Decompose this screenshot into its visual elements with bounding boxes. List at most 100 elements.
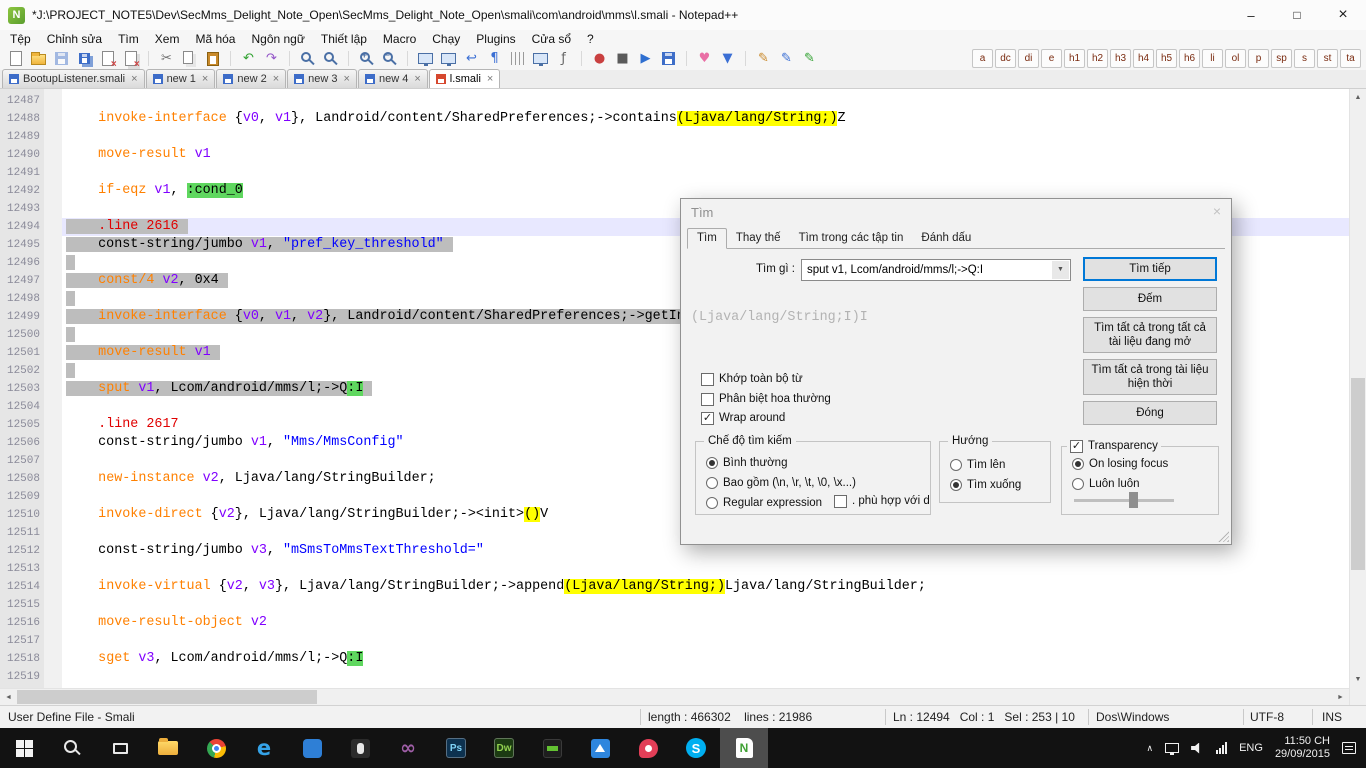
menu-item-4[interactable]: Mã hóa <box>187 31 243 47</box>
code-line[interactable]: 12518 sget v3, Lcom/android/mms/l;->Q:I <box>0 650 1349 668</box>
tab-close-icon[interactable] <box>414 73 420 85</box>
code-line[interactable]: 12514 invoke-virtual {v2, v3}, Ljava/lan… <box>0 578 1349 596</box>
edit-tag1-icon[interactable]: ✎ <box>752 48 775 69</box>
tag-button-h2[interactable]: h2 <box>1087 49 1108 68</box>
file-tab-5[interactable]: l.smali <box>429 69 501 88</box>
menu-item-7[interactable]: Macro <box>375 31 424 47</box>
blue-app-icon[interactable] <box>288 728 336 768</box>
resize-grip-icon[interactable] <box>1218 531 1229 542</box>
play-macro-icon[interactable]: ▶ <box>634 48 657 69</box>
dialog-close-icon[interactable] <box>1213 203 1221 219</box>
horizontal-scroll-thumb[interactable] <box>17 690 317 704</box>
action-center-icon[interactable] <box>1336 728 1362 768</box>
menu-item-10[interactable]: Cửa sổ <box>524 31 579 47</box>
menu-item-5[interactable]: Ngôn ngữ <box>243 31 312 47</box>
red-app-icon[interactable] <box>624 728 672 768</box>
open-file-icon[interactable] <box>27 48 50 69</box>
scroll-right-icon[interactable]: ► <box>1332 689 1349 705</box>
language-indicator[interactable]: ENG <box>1233 728 1269 768</box>
mouse-utility-icon[interactable] <box>336 728 384 768</box>
menu-item-3[interactable]: Xem <box>147 31 188 47</box>
tag-button-di[interactable]: di <box>1018 49 1039 68</box>
count-button[interactable]: Đếm <box>1083 287 1217 311</box>
save-icon[interactable] <box>50 48 73 69</box>
chrome-icon[interactable] <box>192 728 240 768</box>
sync-scroll-h-icon[interactable] <box>437 48 460 69</box>
search-mode-radio-2[interactable]: Regular expression <box>706 496 822 509</box>
find-all-open-docs-button[interactable]: Tìm tất cả trong tất cả tài liệu đang mở <box>1083 317 1217 353</box>
clock[interactable]: 11:50 CH 29/09/2015 <box>1269 728 1336 768</box>
find-all-current-doc-button[interactable]: Tìm tất cả trong tài liệu hiện thời <box>1083 359 1217 395</box>
transparency-radio-0[interactable]: On losing focus <box>1072 457 1168 470</box>
vertical-scroll-thumb[interactable] <box>1351 378 1365 570</box>
menu-item-1[interactable]: Chỉnh sửa <box>39 31 110 47</box>
blue-app2-icon[interactable] <box>576 728 624 768</box>
doc-map-icon[interactable] <box>529 48 552 69</box>
code-line[interactable]: 12487 <box>0 92 1349 110</box>
show-all-chars-icon[interactable]: ¶ <box>483 48 506 69</box>
code-line[interactable]: 12516 move-result-object v2 <box>0 614 1349 632</box>
close-button[interactable] <box>1320 0 1366 30</box>
code-line[interactable]: 12519 <box>0 668 1349 686</box>
indent-guide-icon[interactable] <box>506 48 529 69</box>
close-file-icon[interactable] <box>96 48 119 69</box>
tag-button-s[interactable]: s <box>1294 49 1315 68</box>
tag-button-h5[interactable]: h5 <box>1156 49 1177 68</box>
wrap-around-checkbox[interactable]: Wrap around <box>701 411 785 425</box>
code-line[interactable]: 12490 move-result v1 <box>0 146 1349 164</box>
notepad-plus-plus-icon[interactable]: N <box>720 728 768 768</box>
record-macro-icon[interactable]: ● <box>588 48 611 69</box>
replace-icon[interactable] <box>319 48 342 69</box>
tag-button-e[interactable]: e <box>1041 49 1062 68</box>
scroll-up-icon[interactable]: ▲ <box>1350 89 1366 106</box>
tag-button-h1[interactable]: h1 <box>1064 49 1085 68</box>
tab-close-icon[interactable] <box>344 73 350 85</box>
find-icon[interactable] <box>296 48 319 69</box>
file-tab-4[interactable]: new 4 <box>358 69 428 88</box>
zoom-in-icon[interactable] <box>355 48 378 69</box>
transparency-slider[interactable] <box>1074 491 1184 509</box>
match-whole-word-checkbox[interactable]: Khớp toàn bộ từ <box>701 372 803 386</box>
close-all-icon[interactable] <box>119 48 142 69</box>
search-mode-radio-0[interactable]: Bình thường <box>706 456 787 469</box>
save-macro-icon[interactable] <box>657 48 680 69</box>
transparency-radio-1[interactable]: Luôn luôn <box>1072 477 1140 490</box>
tab-close-icon[interactable] <box>131 73 137 85</box>
function-list-icon[interactable]: ƒ <box>552 48 575 69</box>
vertical-scrollbar[interactable]: ▲ ▼ <box>1349 89 1366 705</box>
tag-button-a[interactable]: a <box>972 49 993 68</box>
combo-dropdown-icon[interactable] <box>1052 261 1069 279</box>
redo-icon[interactable]: ↷ <box>260 48 283 69</box>
code-line[interactable]: 12488 invoke-interface {v0, v1}, Landroi… <box>0 110 1349 128</box>
tag-button-dc[interactable]: dc <box>995 49 1016 68</box>
file-tab-3[interactable]: new 3 <box>287 69 357 88</box>
tag-button-ol[interactable]: ol <box>1225 49 1246 68</box>
undo-icon[interactable]: ↶ <box>237 48 260 69</box>
menu-item-9[interactable]: Plugins <box>468 31 523 47</box>
photoshop-icon[interactable]: Ps <box>432 728 480 768</box>
copy-icon[interactable] <box>178 48 201 69</box>
file-tab-2[interactable]: new 2 <box>216 69 286 88</box>
heart-icon[interactable]: ♥ <box>693 48 716 69</box>
stop-macro-icon[interactable]: ■ <box>611 48 634 69</box>
slider-thumb[interactable] <box>1129 492 1138 508</box>
find-dialog-tab-0[interactable]: Tìm <box>687 228 727 249</box>
edge-icon[interactable]: e <box>240 728 288 768</box>
funnel-icon[interactable]: ▼ <box>716 48 739 69</box>
find-next-button[interactable]: Tìm tiếp <box>1083 257 1217 281</box>
visual-studio-icon[interactable]: ∞ <box>384 728 432 768</box>
file-explorer-icon[interactable] <box>144 728 192 768</box>
code-line[interactable]: 12513 <box>0 560 1349 578</box>
tab-close-icon[interactable] <box>487 73 493 85</box>
tag-button-st[interactable]: st <box>1317 49 1338 68</box>
code-line[interactable]: 12491 <box>0 164 1349 182</box>
search-button[interactable] <box>48 728 96 768</box>
menu-item-0[interactable]: Tệp <box>2 31 39 47</box>
find-dialog-tab-1[interactable]: Thay thế <box>727 229 790 248</box>
tray-expand-icon[interactable] <box>1141 728 1160 768</box>
task-view-button[interactable] <box>96 728 144 768</box>
start-button[interactable] <box>0 728 48 768</box>
maximize-button[interactable] <box>1274 0 1320 30</box>
find-dialog-tab-3[interactable]: Đánh dấu <box>912 229 980 248</box>
word-wrap-icon[interactable]: ↩ <box>460 48 483 69</box>
